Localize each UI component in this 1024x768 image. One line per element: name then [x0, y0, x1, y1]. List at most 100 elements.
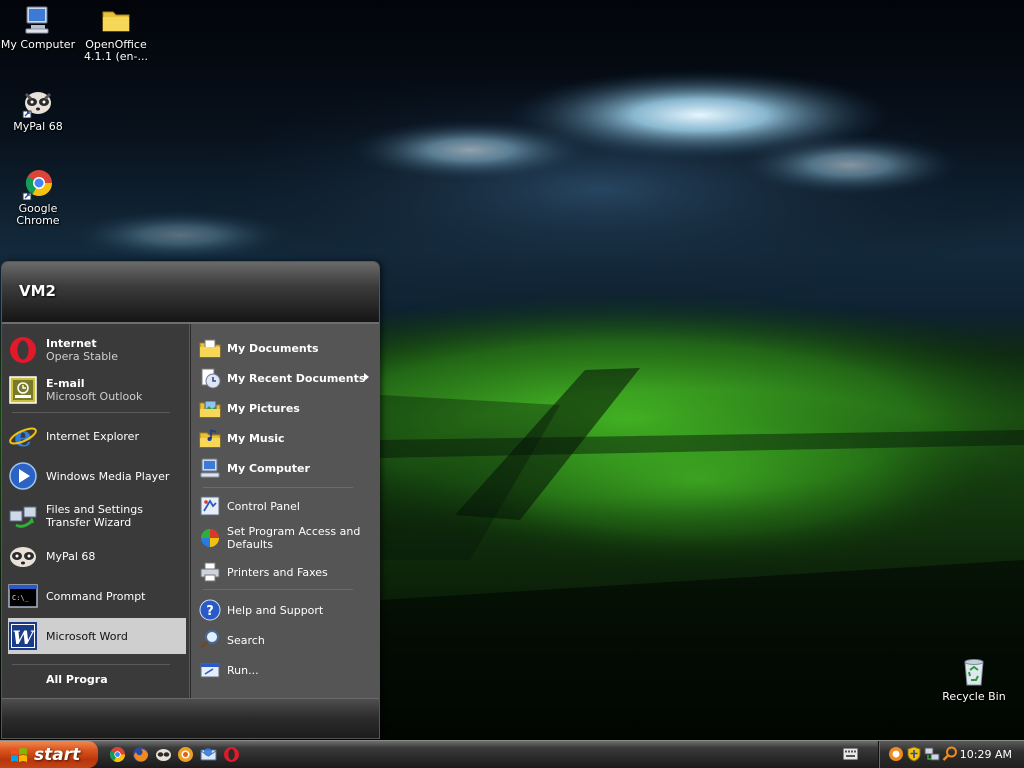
media-player-icon — [8, 461, 38, 491]
transfer-wizard-icon — [8, 501, 38, 531]
place-my-computer[interactable]: My Computer — [199, 454, 375, 482]
program-title: Files and Settings Transfer Wizard — [46, 503, 143, 529]
command-prompt-icon: C:\_ — [8, 581, 38, 611]
program-microsoft-word[interactable]: W Microsoft Word — [8, 618, 186, 654]
svg-text:e: e — [14, 421, 32, 451]
desktop-icon-google-chrome[interactable]: Google Chrome — [0, 168, 76, 227]
place-my-documents[interactable]: My Documents — [199, 334, 375, 362]
desktop-icon-label: MyPal 68 — [13, 120, 63, 133]
control-panel-icon — [199, 495, 221, 517]
word-icon: W — [8, 621, 38, 651]
desktop-icon-mypal[interactable]: MyPal 68 — [0, 86, 76, 133]
quicklaunch-chrome-icon[interactable] — [109, 746, 126, 763]
separator — [12, 412, 170, 413]
start-button[interactable]: start — [0, 741, 98, 768]
pinned-email[interactable]: E-mail Microsoft Outlook — [8, 372, 186, 408]
mypal-icon — [22, 86, 54, 119]
language-keyboard-icon[interactable] — [843, 748, 858, 760]
place-label: Set Program Access and Defaults — [227, 525, 361, 551]
quicklaunch-mypal-icon[interactable] — [155, 746, 172, 763]
desktop-icon-openoffice[interactable]: OpenOffice 4.1.1 (en-... — [78, 4, 154, 63]
run-icon — [199, 659, 221, 681]
desktop-icon-label: Google Chrome — [16, 202, 60, 227]
quicklaunch-opera-icon[interactable] — [223, 746, 240, 763]
search-icon — [199, 629, 221, 651]
program-title: Internet Explorer — [46, 429, 139, 443]
recent-documents-icon — [199, 367, 221, 389]
program-title: Microsoft Word — [46, 629, 128, 643]
security-shield-icon[interactable] — [906, 746, 922, 762]
separator — [203, 487, 353, 488]
place-label: Printers and Faxes — [227, 565, 328, 579]
place-label: Search — [227, 633, 265, 647]
place-my-music[interactable]: My Music — [199, 424, 375, 452]
program-mypal[interactable]: MyPal 68 — [8, 538, 186, 574]
start-menu-programs: Internet Opera Stable E-mail Microsoft Out… — [2, 324, 190, 698]
place-label: My Music — [227, 431, 285, 445]
place-set-program-access[interactable]: Set Program Access and Defaults — [199, 522, 375, 554]
desktop-icon-label: My Computer — [0, 38, 76, 51]
svg-text:?: ? — [206, 604, 214, 619]
opera-icon — [8, 335, 38, 365]
my-computer-icon — [22, 4, 54, 36]
mypal-icon — [8, 541, 38, 571]
my-pictures-icon — [199, 397, 221, 419]
place-help-and-support[interactable]: ? Help and Support — [199, 596, 375, 624]
place-label: My Documents — [227, 341, 319, 355]
ie-icon: e — [8, 420, 38, 453]
start-label: start — [34, 744, 81, 765]
place-my-recent-documents[interactable]: My Recent Documents — [199, 364, 375, 392]
my-computer-icon — [199, 457, 221, 479]
search-tray-icon[interactable] — [942, 746, 958, 762]
program-title: Windows Media Player — [46, 469, 170, 483]
my-music-icon — [199, 427, 221, 449]
place-label: My Pictures — [227, 401, 300, 415]
all-programs-button[interactable]: All Progra — [46, 673, 108, 686]
start-menu-header: VM2 — [2, 262, 379, 324]
place-label: My Computer — [227, 461, 310, 475]
quicklaunch-firefox-icon[interactable] — [132, 746, 149, 763]
svg-text:C:\_: C:\_ — [12, 594, 30, 602]
quicklaunch-waterfox-icon[interactable] — [177, 746, 194, 763]
place-label: Help and Support — [227, 603, 324, 617]
separator — [12, 664, 170, 665]
avast-icon[interactable] — [888, 746, 904, 762]
my-documents-icon — [199, 337, 221, 359]
svg-text:W: W — [12, 627, 35, 649]
program-command-prompt[interactable]: C:\_ Command Prompt — [8, 578, 186, 614]
program-title: MyPal 68 — [46, 549, 96, 563]
start-menu-places: My Documents My Recent Documents My Pict… — [191, 324, 379, 698]
program-title: Internet — [46, 337, 97, 350]
place-my-pictures[interactable]: My Pictures — [199, 394, 375, 422]
network-icon[interactable] — [924, 746, 940, 762]
place-label: Run... — [227, 663, 259, 677]
program-title: Command Prompt — [46, 589, 146, 603]
start-menu: VM2 Internet Opera Stable E-mail Microsoft… — [1, 261, 380, 739]
program-files-settings-transfer[interactable]: Files and Settings Transfer Wizard — [8, 498, 186, 534]
place-label: Control Panel — [227, 499, 300, 513]
place-search[interactable]: Search — [199, 626, 375, 654]
quicklaunch-thunderbird-icon[interactable] — [200, 746, 217, 763]
program-internet-explorer[interactable]: e Internet Explorer — [8, 418, 186, 454]
place-run[interactable]: Run... — [199, 656, 375, 684]
pinned-internet[interactable]: Internet Opera Stable — [8, 332, 186, 368]
place-label: My Recent Documents — [227, 371, 366, 385]
recycle-bin-icon — [958, 656, 990, 688]
taskbar-clock[interactable]: 10:29 AM — [960, 748, 1012, 761]
program-subtitle: Microsoft Outlook — [46, 390, 143, 403]
program-windows-media-player[interactable]: Windows Media Player — [8, 458, 186, 494]
outlook-icon — [8, 375, 38, 405]
folder-icon — [100, 4, 132, 36]
place-control-panel[interactable]: Control Panel — [199, 492, 375, 520]
place-printers-and-faxes[interactable]: Printers and Faxes — [199, 558, 375, 586]
system-tray: 10:29 AM — [878, 741, 1024, 768]
separator — [203, 589, 353, 590]
desktop-icon-recycle-bin[interactable]: Recycle Bin — [936, 656, 1012, 703]
taskbar: start 10:29 AM — [0, 740, 1024, 768]
help-icon: ? — [199, 599, 221, 621]
windows-logo-icon — [10, 747, 28, 763]
printer-icon — [199, 561, 221, 583]
submenu-arrow-icon — [364, 373, 369, 381]
desktop-icon-my-computer[interactable]: My Computer — [0, 4, 76, 51]
chrome-icon — [22, 168, 54, 201]
